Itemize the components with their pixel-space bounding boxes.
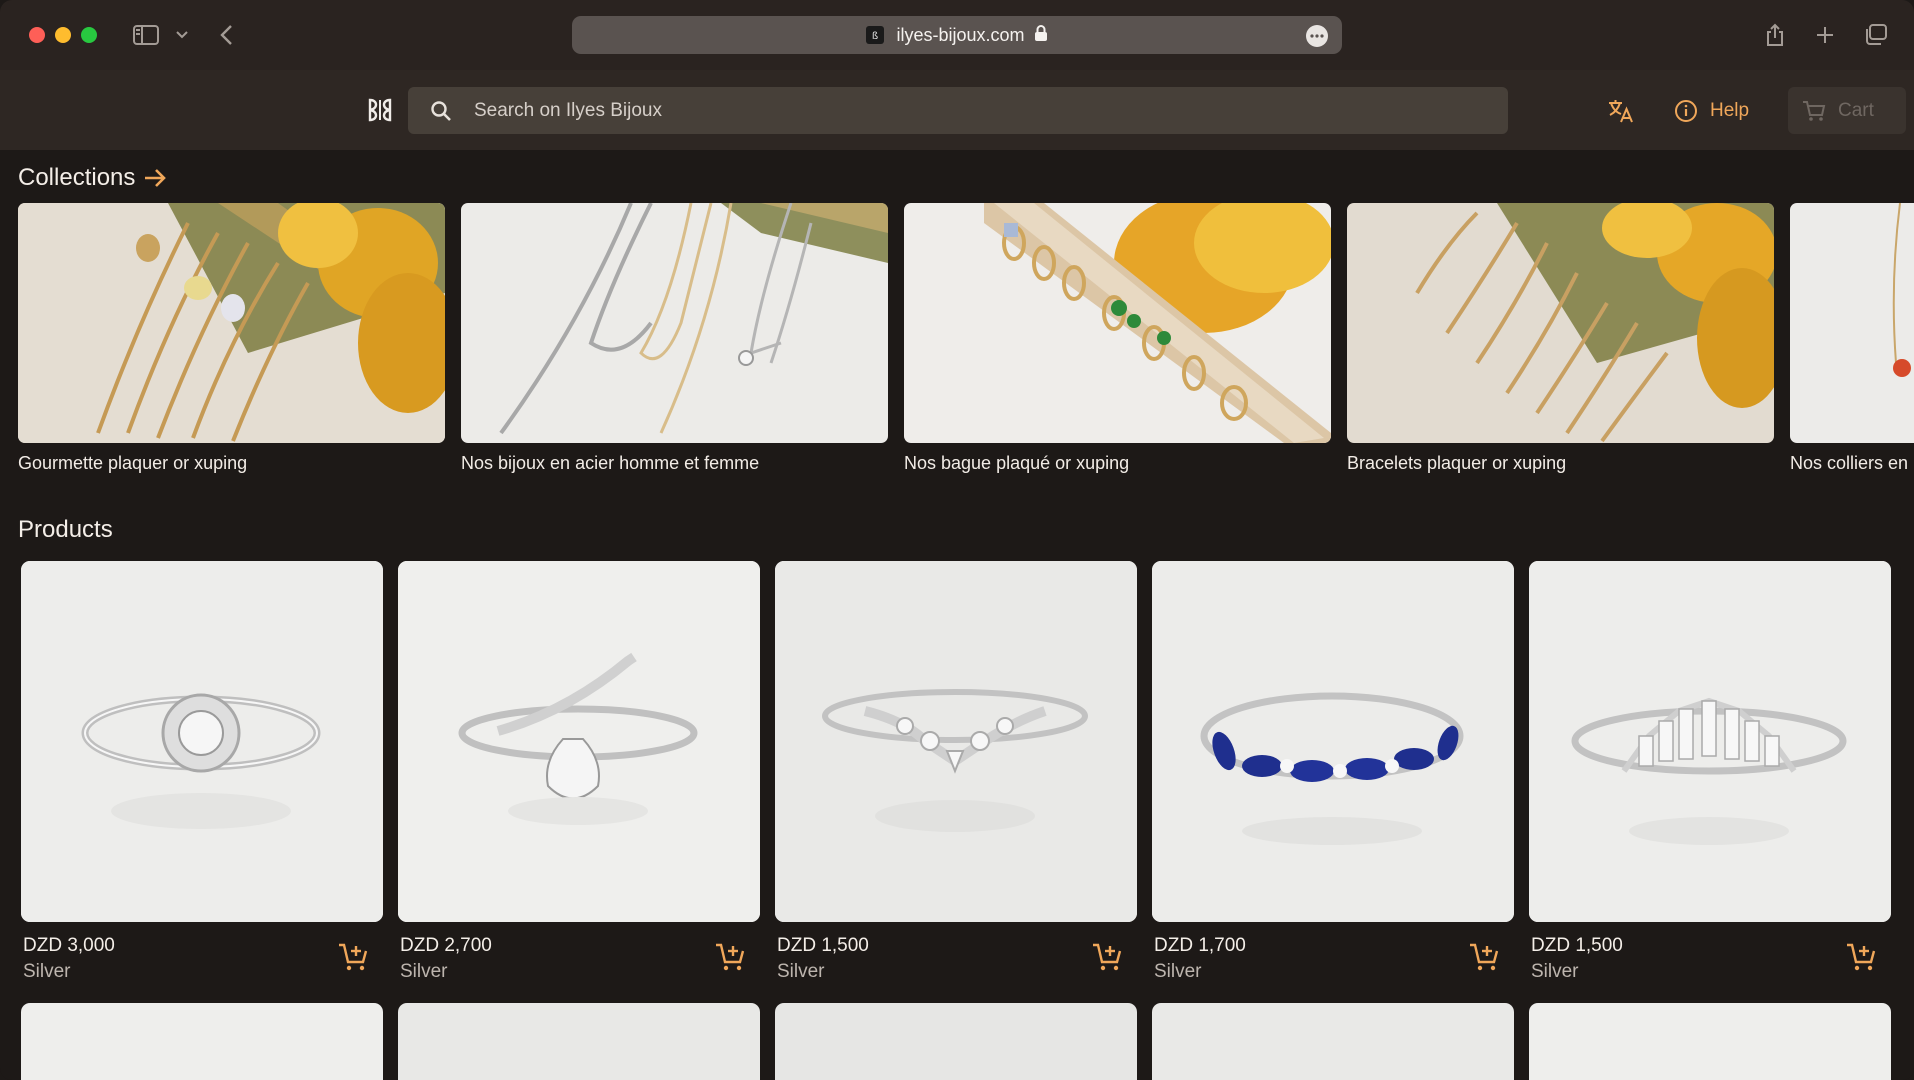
product-card[interactable]: DZD 2,700 Silver (398, 561, 760, 982)
info-icon (1675, 99, 1697, 122)
ilyes-bijoux-logo-icon[interactable] (366, 96, 394, 124)
collection-label: Nos colliers en (1790, 453, 1909, 473)
collection-card[interactable]: Gourmette plaquer or xuping (18, 203, 445, 474)
browser-toolbar: ß ilyes-bijoux.com (0, 0, 1914, 70)
add-to-cart-icon[interactable] (1468, 941, 1500, 973)
product-card[interactable] (21, 1003, 383, 1080)
product-price: DZD 2,700 (400, 935, 492, 956)
page-menu-icon[interactable] (1306, 25, 1328, 47)
share-icon[interactable] (1762, 20, 1788, 50)
collection-image (904, 203, 1331, 443)
chevron-down-icon[interactable] (172, 20, 192, 50)
product-material: Silver (400, 961, 448, 982)
cart-button[interactable]: Cart (1788, 87, 1906, 134)
product-card[interactable] (1152, 1003, 1514, 1080)
site-favicon-icon: ß (866, 26, 885, 44)
product-material: Silver (1531, 961, 1579, 982)
product-card[interactable] (398, 1003, 760, 1080)
product-price: DZD 1,700 (1154, 935, 1246, 956)
search-input[interactable]: Search on Ilyes Bijoux (474, 100, 662, 122)
cart-icon (1803, 100, 1826, 121)
product-image (775, 561, 1137, 922)
collection-image (1790, 203, 1914, 443)
collection-label: Nos bague plaqué or xuping (904, 453, 1130, 473)
product-image (1152, 561, 1514, 922)
product-card[interactable]: DZD 1,700 Silver (1152, 561, 1514, 982)
product-card[interactable]: DZD 3,000 Silver (21, 561, 383, 982)
collection-label: Bracelets plaquer or xuping (1347, 453, 1567, 473)
add-to-cart-icon[interactable] (1091, 941, 1123, 973)
add-to-cart-icon[interactable] (714, 941, 746, 973)
collections-title: Collections (18, 164, 136, 191)
product-card[interactable]: DZD 1,500 Silver (1529, 561, 1891, 982)
add-to-cart-icon[interactable] (337, 941, 369, 973)
translate-button[interactable] (1604, 87, 1638, 134)
product-material: Silver (1154, 961, 1202, 982)
cart-label: Cart (1838, 99, 1874, 121)
product-price: DZD 1,500 (777, 935, 869, 956)
minimize-window-button[interactable] (55, 27, 71, 43)
product-image (21, 561, 383, 922)
zoom-window-button[interactable] (81, 27, 97, 43)
product-material: Silver (23, 961, 71, 982)
arrow-right-icon[interactable] (143, 168, 167, 188)
collection-image (461, 203, 888, 443)
close-window-button[interactable] (29, 27, 45, 43)
help-label: Help (1710, 99, 1750, 121)
product-card[interactable] (1529, 1003, 1891, 1080)
product-image (1529, 561, 1891, 922)
search-icon (431, 100, 451, 121)
site-header: Search on Ilyes Bijoux Help Cart (0, 70, 1914, 150)
collection-image (1347, 203, 1774, 443)
product-price: DZD 3,000 (23, 935, 115, 956)
help-button[interactable]: Help (1674, 87, 1749, 134)
svg-text:ß: ß (872, 31, 878, 41)
back-icon[interactable] (214, 20, 238, 50)
translate-icon (1609, 99, 1633, 122)
product-card[interactable] (775, 1003, 1137, 1080)
address-bar[interactable]: ß ilyes-bijoux.com (572, 16, 1342, 54)
lock-icon (1034, 24, 1048, 47)
new-tab-icon[interactable] (1812, 20, 1838, 50)
sidebar-toggle-icon[interactable] (132, 20, 160, 50)
product-price: DZD 1,500 (1531, 935, 1623, 956)
collections-heading[interactable]: Collections (18, 164, 167, 192)
product-material: Silver (777, 961, 825, 982)
products-heading: Products (18, 516, 113, 544)
product-image (398, 561, 760, 922)
collection-label: Nos bijoux en acier homme et femme (461, 453, 760, 473)
collection-card[interactable]: Nos colliers en (1790, 203, 1914, 474)
browser-window: ß ilyes-bijoux.com Search on Ilyes Bijou… (0, 0, 1914, 1080)
collection-card[interactable]: Nos bijoux en acier homme et femme (461, 203, 888, 474)
collection-label: Gourmette plaquer or xuping (18, 453, 248, 473)
products-title: Products (18, 516, 113, 543)
search-bar[interactable]: Search on Ilyes Bijoux (408, 87, 1508, 134)
collection-card[interactable]: Nos bague plaqué or xuping (904, 203, 1331, 474)
product-card[interactable]: DZD 1,500 Silver (775, 561, 1137, 982)
tab-overview-icon[interactable] (1862, 20, 1888, 50)
collection-image (18, 203, 445, 443)
url-text: ilyes-bijoux.com (896, 24, 1025, 45)
add-to-cart-icon[interactable] (1845, 941, 1877, 973)
collection-card[interactable]: Bracelets plaquer or xuping (1347, 203, 1774, 474)
